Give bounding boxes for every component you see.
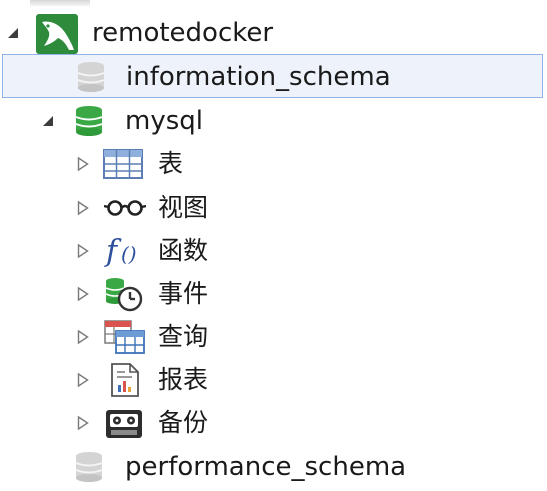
collapsed-arrow-icon[interactable] [75, 200, 91, 216]
db-label: performance_schema [125, 452, 407, 482]
expanded-arrow-icon[interactable] [5, 25, 21, 41]
function-icon: f () [104, 233, 148, 274]
collapsed-arrow-icon[interactable] [75, 415, 91, 431]
backup-icon [105, 409, 143, 444]
event-clock-icon [104, 277, 146, 318]
db-label: information_schema [126, 62, 391, 92]
node-label: 事件 [158, 279, 209, 308]
node-label: 报表 [158, 365, 209, 394]
tree-item-queries[interactable]: 查询 [0, 315, 543, 359]
node-label: 函数 [158, 236, 209, 265]
scrolled-item-edge [30, 0, 90, 6]
svg-text:f: f [104, 234, 122, 269]
tree-item-backups[interactable]: 备份 [0, 401, 543, 445]
db-label: mysql [125, 106, 203, 136]
table-icon [103, 149, 143, 184]
tree-item-db-mysql[interactable]: mysql [0, 99, 543, 143]
collapsed-arrow-icon[interactable] [75, 372, 91, 388]
connection-label: remotedocker [92, 18, 274, 48]
collapsed-arrow-icon[interactable] [75, 243, 91, 259]
tree-item-views[interactable]: 视图 [0, 186, 543, 230]
node-label: 表 [158, 149, 184, 178]
tree-item-connection-remotedocker[interactable]: remotedocker [0, 11, 543, 55]
tree-item-events[interactable]: 事件 [0, 272, 543, 316]
database-open-icon [74, 105, 104, 142]
tree-item-tables[interactable]: 表 [0, 142, 543, 186]
node-label: 备份 [158, 408, 209, 437]
collapsed-arrow-icon[interactable] [75, 329, 91, 345]
view-glasses-icon [103, 200, 147, 221]
collapsed-arrow-icon[interactable] [75, 156, 91, 172]
tree-item-db-performance-schema[interactable]: performance_schema [0, 445, 543, 489]
database-closed-icon [76, 61, 106, 98]
report-icon [110, 363, 140, 402]
collapsed-arrow-icon[interactable] [75, 286, 91, 302]
mysql-dolphin-icon [36, 14, 78, 59]
navigation-tree: remotedocker information_schema mysql 表 … [0, 0, 547, 491]
database-closed-icon [74, 451, 104, 488]
node-label: 视图 [158, 193, 209, 222]
tree-item-reports[interactable]: 报表 [0, 358, 543, 402]
tree-item-functions[interactable]: f () 函数 [0, 229, 543, 273]
expanded-arrow-icon[interactable] [40, 113, 56, 129]
query-icon [104, 320, 146, 359]
node-label: 查询 [158, 322, 209, 351]
svg-text:(): () [121, 242, 137, 266]
tree-item-db-information-schema[interactable]: information_schema [2, 54, 543, 98]
